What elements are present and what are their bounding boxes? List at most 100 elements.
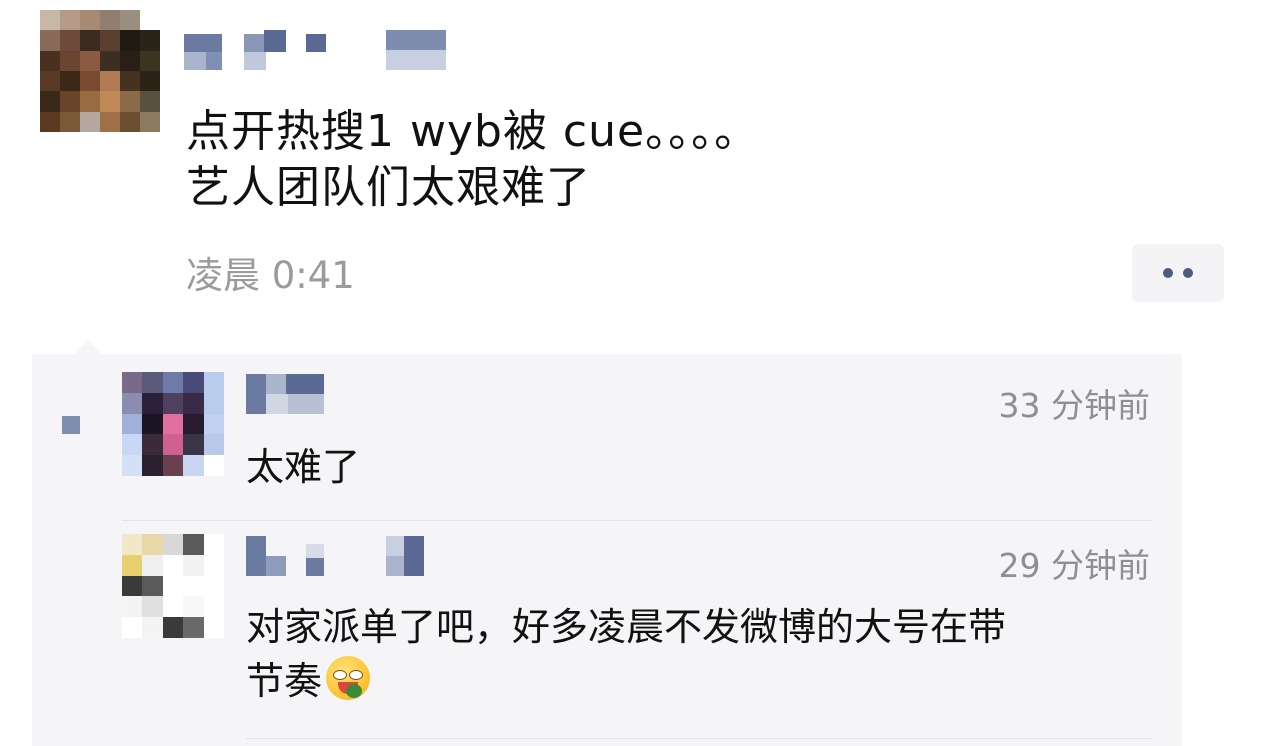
avatar-pixel <box>162 455 184 476</box>
avatar-pixel <box>162 434 184 456</box>
post-text-line-1: 点开热搜1 wyb被 cue。。。。 <box>186 106 760 157</box>
avatar-pixel <box>162 617 184 638</box>
avatar-pixel <box>100 30 120 51</box>
avatar-pixel <box>142 596 163 618</box>
avatar-pixel <box>203 596 224 618</box>
comment-text-line-2: 节奏 <box>246 654 1006 708</box>
avatar-pixel <box>162 534 184 555</box>
avatar-pixel <box>80 50 100 71</box>
avatar-pixel <box>140 91 160 112</box>
avatar-pixel <box>183 534 204 555</box>
avatar-pixel <box>80 111 100 132</box>
comment-author-name[interactable] <box>246 374 326 416</box>
avatar-pixel <box>120 50 140 71</box>
avatar-pixel <box>142 554 163 576</box>
comment-divider <box>246 738 1152 739</box>
more-dots-icon <box>1163 268 1173 278</box>
comment-text-line-1: 对家派单了吧，好多凌晨不发微博的大号在带 <box>246 605 1007 649</box>
avatar-pixel <box>140 111 160 132</box>
avatar-pixel <box>183 617 204 638</box>
comment-timestamp: 33 分钟前 <box>998 386 1150 425</box>
avatar-pixel <box>183 455 204 476</box>
post-author-name[interactable] <box>184 30 446 70</box>
avatar-pixel <box>60 91 80 112</box>
avatar-pixel <box>203 554 224 576</box>
avatar-pixel <box>122 434 143 456</box>
avatar-pixel <box>122 534 143 555</box>
post-content: 点开热搜1 wyb被 cue。。。。 艺人团队们太艰难了 <box>186 104 759 216</box>
avatar-pixel <box>203 372 224 393</box>
avatar-pixel <box>183 575 204 597</box>
avatar-pixel <box>203 575 224 597</box>
avatar-pixel <box>122 554 143 576</box>
avatar-pixel <box>60 50 80 71</box>
avatar-pixel <box>203 413 224 435</box>
more-actions-button[interactable] <box>1132 244 1224 302</box>
avatar-pixel <box>120 30 140 51</box>
comment-timestamp: 29 分钟前 <box>998 546 1150 585</box>
avatar-pixel <box>162 554 184 576</box>
avatar-pixel <box>142 372 163 393</box>
more-dots-icon <box>1183 268 1193 278</box>
avatar-pixel <box>140 70 160 92</box>
comment-author-name[interactable] <box>246 536 426 578</box>
avatar-pixel <box>60 30 80 51</box>
comment-text-line-2-text: 节奏 <box>246 659 323 703</box>
avatar-pixel <box>183 434 204 456</box>
avatar-pixel <box>60 70 80 92</box>
comment-avatar[interactable] <box>122 372 224 476</box>
avatar-pixel <box>162 575 184 597</box>
avatar-pixel <box>203 455 224 476</box>
avatar-pixel <box>100 91 120 112</box>
avatar-pixel <box>80 10 100 31</box>
avatar-pixel <box>80 91 100 112</box>
avatar-pixel <box>162 372 184 393</box>
comment-divider <box>122 520 1152 521</box>
like-icon[interactable] <box>62 416 80 434</box>
avatar-pixel <box>40 50 60 71</box>
avatar-pixel <box>142 617 163 638</box>
avatar-pixel <box>183 413 204 435</box>
avatar-pixel <box>122 413 143 435</box>
avatar-pixel <box>140 30 160 51</box>
avatar-pixel <box>80 70 100 92</box>
post-author-avatar[interactable] <box>40 10 160 132</box>
avatar-pixel <box>100 50 120 71</box>
avatar-pixel <box>183 392 204 414</box>
avatar-pixel <box>100 111 120 132</box>
avatar-pixel <box>40 70 60 92</box>
avatar-pixel <box>162 596 184 618</box>
comment-avatar[interactable] <box>122 534 224 638</box>
post-timestamp: 凌晨 0:41 <box>186 254 355 297</box>
comment-text: 太难了 <box>246 445 361 489</box>
avatar-pixel <box>140 50 160 71</box>
avatar-pixel <box>120 111 140 132</box>
avatar-pixel <box>120 10 140 31</box>
post-text-line-2: 艺人团队们太艰难了 <box>186 162 591 213</box>
avatar-pixel <box>203 534 224 555</box>
avatar-pixel <box>60 10 80 31</box>
avatar-pixel <box>183 554 204 576</box>
avatar-pixel <box>142 534 163 555</box>
avatar-pixel <box>142 455 163 476</box>
avatar-pixel <box>183 596 204 618</box>
avatar-pixel <box>100 10 120 31</box>
avatar-pixel <box>162 413 184 435</box>
avatar-pixel <box>122 575 143 597</box>
avatar-pixel <box>140 10 160 31</box>
avatar-pixel <box>142 413 163 435</box>
avatar-pixel <box>203 392 224 414</box>
avatar-pixel <box>142 392 163 414</box>
avatar-pixel <box>162 392 184 414</box>
avatar-pixel <box>183 372 204 393</box>
avatar-pixel <box>122 617 143 638</box>
avatar-pixel <box>122 392 143 414</box>
avatar-pixel <box>120 70 140 92</box>
avatar-pixel <box>120 91 140 112</box>
avatar-pixel <box>142 575 163 597</box>
avatar-pixel <box>60 111 80 132</box>
avatar-pixel <box>122 596 143 618</box>
avatar-pixel <box>40 10 60 31</box>
avatar-pixel <box>203 617 224 638</box>
avatar-pixel <box>142 434 163 456</box>
